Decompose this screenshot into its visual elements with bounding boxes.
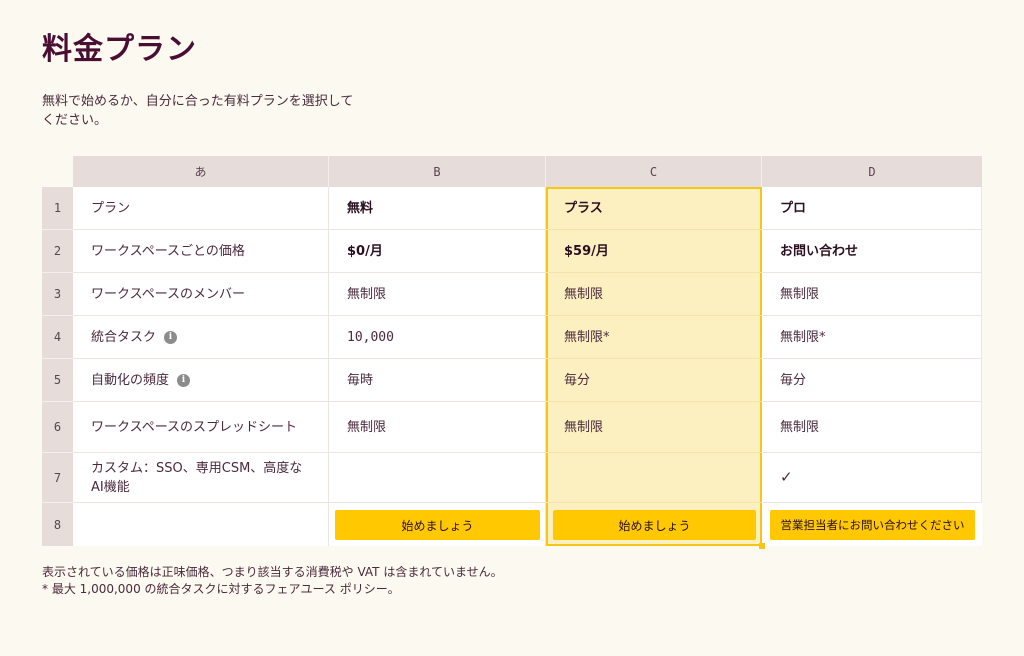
get-started-free-button[interactable]: 始めましょう bbox=[335, 510, 540, 540]
page-title: 料金プラン bbox=[42, 32, 197, 67]
cell-frequency-plus[interactable]: 毎分 bbox=[546, 359, 762, 402]
row-label-frequency: 自動化の頻度 i bbox=[73, 359, 329, 402]
row-header-3[interactable]: 3 bbox=[42, 273, 73, 316]
column-header-b[interactable]: B bbox=[329, 156, 546, 187]
page-subtitle: 無料で始めるか、自分に合った有料プランを選択してください。 bbox=[42, 94, 354, 128]
cell-tasks-pro[interactable]: 無制限* bbox=[762, 316, 982, 359]
info-icon[interactable]: i bbox=[177, 373, 191, 387]
cell-frequency-free[interactable]: 毎時 bbox=[329, 359, 546, 402]
info-icon[interactable]: i bbox=[164, 330, 178, 344]
cell-members-pro[interactable]: 無制限 bbox=[762, 273, 982, 316]
row-label-spreadsheets: ワークスペースのスプレッドシート bbox=[73, 402, 329, 453]
row-label-plan: プラン bbox=[73, 187, 329, 230]
cell-tasks-plus[interactable]: 無制限* bbox=[546, 316, 762, 359]
pricing-sheet: あ B C D 1 2 3 4 5 6 7 8 プラン 無料 プラス プロ ワー… bbox=[42, 156, 982, 549]
cell-price-free[interactable]: $0/月 bbox=[329, 230, 546, 273]
row-header-5[interactable]: 5 bbox=[42, 359, 73, 402]
cell-custom-plus[interactable] bbox=[546, 453, 762, 503]
cell-tasks-free[interactable]: 10,000 bbox=[329, 316, 546, 359]
footnote-fair-use: * 最大 1,000,000 の統合タスクに対するフェアユース ポリシー。 bbox=[42, 582, 400, 596]
cell-frequency-pro[interactable]: 毎分 bbox=[762, 359, 982, 402]
cell-plan-free[interactable]: 無料 bbox=[329, 187, 546, 230]
checkmark-icon: ✓ bbox=[780, 468, 793, 486]
row-header-1[interactable]: 1 bbox=[42, 187, 73, 230]
row-label-members: ワークスペースのメンバー bbox=[73, 273, 329, 316]
contact-sales-button[interactable]: 営業担当者にお問い合わせください bbox=[770, 510, 975, 540]
row-header-2[interactable]: 2 bbox=[42, 230, 73, 273]
cell-plan-pro[interactable]: プロ bbox=[762, 187, 982, 230]
cell-members-plus[interactable]: 無制限 bbox=[546, 273, 762, 316]
row-header-4[interactable]: 4 bbox=[42, 316, 73, 359]
column-header-c[interactable]: C bbox=[546, 156, 762, 187]
row-header-7[interactable]: 7 bbox=[42, 453, 73, 503]
row-header-8[interactable]: 8 bbox=[42, 503, 73, 546]
cell-price-pro[interactable]: お問い合わせ bbox=[762, 230, 982, 273]
cell-custom-pro[interactable]: ✓ bbox=[762, 453, 982, 503]
row-label-tasks: 統合タスク i bbox=[73, 316, 329, 359]
row-label-price: ワークスペースごとの価格 bbox=[73, 230, 329, 273]
cell-members-free[interactable]: 無制限 bbox=[329, 273, 546, 316]
footnote-tax: 表示されている価格は正味価格、つまり該当する消費税や VAT は含まれていません… bbox=[42, 565, 503, 579]
column-header-a[interactable]: あ bbox=[73, 156, 329, 187]
cell-plan-plus[interactable]: プラス bbox=[546, 187, 762, 230]
row-header-6[interactable]: 6 bbox=[42, 402, 73, 453]
footnotes: 表示されている価格は正味価格、つまり該当する消費税や VAT は含まれていません… bbox=[42, 564, 503, 598]
get-started-plus-button[interactable]: 始めましょう bbox=[553, 510, 756, 540]
cell-empty-a8[interactable] bbox=[73, 503, 329, 546]
cell-spreadsheets-free[interactable]: 無制限 bbox=[329, 402, 546, 453]
column-header-d[interactable]: D bbox=[762, 156, 982, 187]
cell-price-plus[interactable]: $59/月 bbox=[546, 230, 762, 273]
cell-spreadsheets-plus[interactable]: 無制限 bbox=[546, 402, 762, 453]
cell-custom-free[interactable] bbox=[329, 453, 546, 503]
row-label-custom: カスタム：SSO、専用CSM、高度なAI機能 bbox=[73, 453, 329, 503]
cell-spreadsheets-pro[interactable]: 無制限 bbox=[762, 402, 982, 453]
